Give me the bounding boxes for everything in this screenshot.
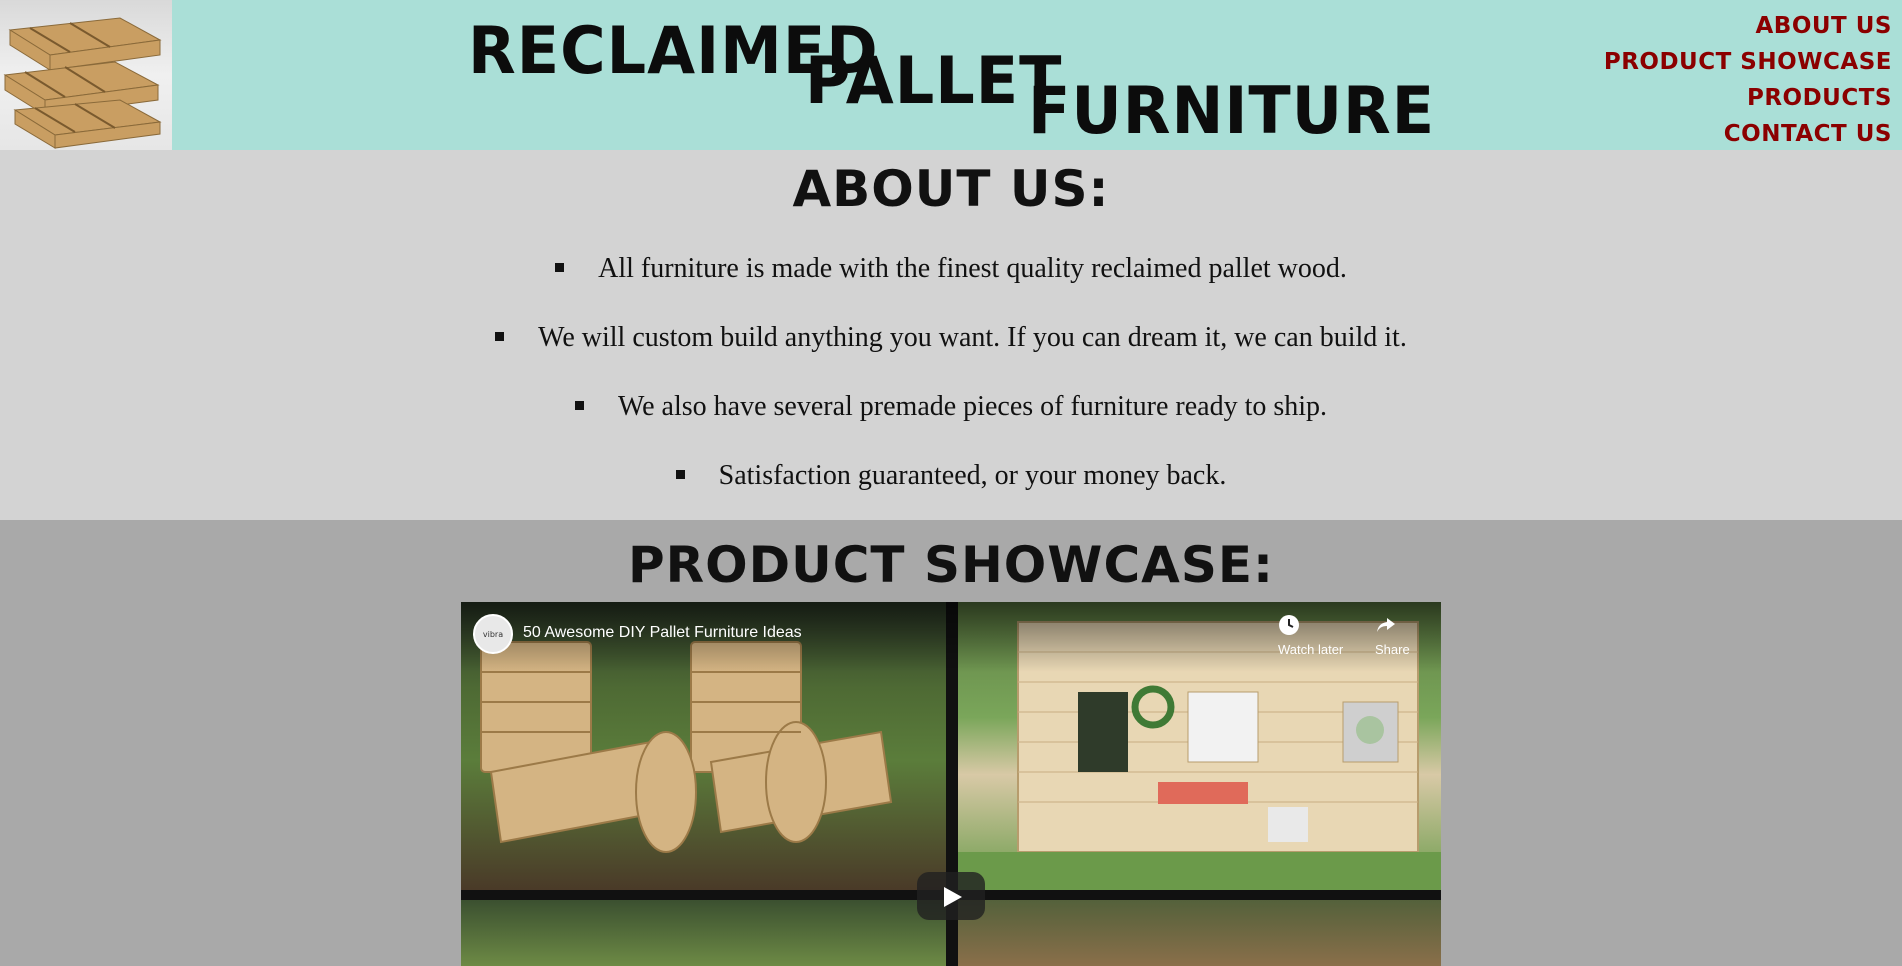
about-item-text: Satisfaction guaranteed, or your money b… xyxy=(718,460,1227,491)
bullet-square-icon xyxy=(675,470,685,480)
bullet-square-icon xyxy=(495,332,505,342)
about-list-item: Satisfaction guaranteed, or your money b… xyxy=(0,441,1902,510)
clock-icon xyxy=(1278,614,1343,636)
about-title: About Us: xyxy=(792,160,1110,218)
play-icon xyxy=(944,887,962,907)
about-list: All furniture is made with the finest qu… xyxy=(0,234,1902,510)
main-nav: About Us Product Showcase Products Conta… xyxy=(1604,8,1892,152)
nav-link-product-showcase[interactable]: Product Showcase xyxy=(1604,44,1892,80)
nav-link-contact-us[interactable]: Contact Us xyxy=(1604,116,1892,152)
watch-later-button[interactable]: Watch later xyxy=(1278,614,1343,657)
site-header: Reclaimed Pallet Furniture About Us Prod… xyxy=(0,0,1902,150)
about-list-item: We also have several premade pieces of f… xyxy=(0,372,1902,441)
channel-avatar-icon[interactable]: vibra xyxy=(473,614,513,654)
youtube-video-embed[interactable]: vibra 50 Awesome DIY Pallet Furniture Id… xyxy=(461,602,1441,966)
about-item-text: All furniture is made with the finest qu… xyxy=(598,253,1347,284)
bullet-square-icon xyxy=(555,263,565,273)
share-button[interactable]: Share xyxy=(1375,614,1410,657)
showcase-title: Product Showcase: xyxy=(627,536,1275,594)
about-list-item: We will custom build anything you want. … xyxy=(0,303,1902,372)
about-section: About Us: All furniture is made with the… xyxy=(0,150,1902,520)
nav-link-products[interactable]: Products xyxy=(1604,80,1892,116)
share-arrow-icon xyxy=(1375,614,1410,636)
video-thumbnail-table xyxy=(461,900,946,966)
about-item-text: We will custom build anything you want. … xyxy=(538,322,1407,353)
video-title[interactable]: 50 Awesome DIY Pallet Furniture Ideas xyxy=(523,624,802,642)
about-list-item: All furniture is made with the finest qu… xyxy=(0,234,1902,303)
share-label: Share xyxy=(1375,642,1410,657)
site-title-word-2: Pallet xyxy=(805,42,1063,119)
bullet-square-icon xyxy=(574,401,584,411)
product-showcase-section: Product Showcase: xyxy=(0,520,1902,966)
nav-link-about-us[interactable]: About Us xyxy=(1604,8,1892,44)
watch-later-label: Watch later xyxy=(1278,642,1344,657)
video-thumbnail-bench xyxy=(958,900,1441,966)
about-item-text: We also have several premade pieces of f… xyxy=(617,391,1328,422)
pallet-logo-image xyxy=(0,0,172,150)
site-title-word-3: Furniture xyxy=(1028,72,1436,149)
play-button[interactable] xyxy=(917,872,985,920)
